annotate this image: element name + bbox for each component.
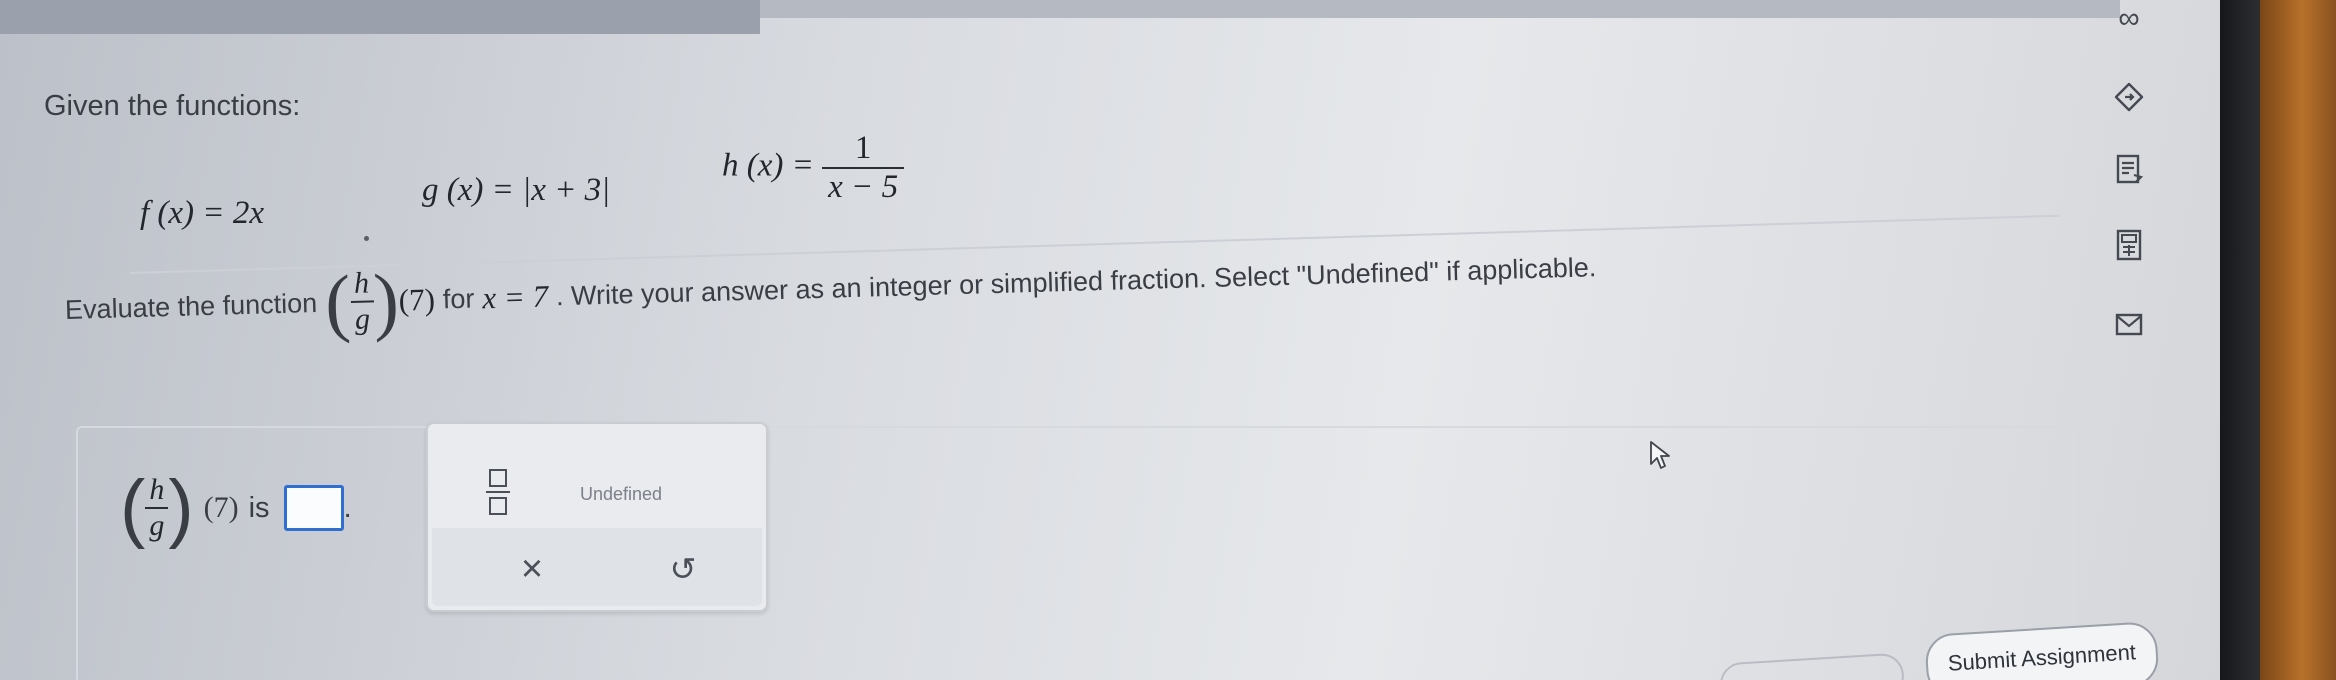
left-paren: ( xyxy=(323,260,352,345)
answer-area xyxy=(76,426,2080,680)
right-paren: ) xyxy=(372,258,400,344)
answer-right-paren: ) xyxy=(168,465,194,550)
function-g: g (x) = |x + 3| xyxy=(422,172,610,209)
function-g-rhs: |x + 3| xyxy=(522,172,611,208)
hint-diamond-icon[interactable] xyxy=(2110,78,2148,116)
answer-left-paren: ( xyxy=(120,465,146,550)
prompt-before: Evaluate the function xyxy=(64,287,318,325)
function-h-fraction: 1 x − 5 xyxy=(822,130,905,206)
answer-frac-den: g xyxy=(145,507,169,543)
question-heading: Given the functions: xyxy=(44,90,301,122)
function-g-lhs: g (x) = xyxy=(422,172,514,208)
question-prompt: Evaluate the function ( h g ) (7) for x … xyxy=(64,229,1597,348)
undefined-button[interactable]: Undefined xyxy=(546,474,696,514)
math-palette: Undefined × ↺ xyxy=(426,422,768,612)
mouse-pointer-icon xyxy=(1650,441,1670,469)
function-h-lhs: h (x) = xyxy=(722,147,814,184)
function-f: f (x) = 2x xyxy=(140,195,264,232)
prompt-after: . Write your answer as an integer or sim… xyxy=(555,251,1597,311)
fraction-numerator-box-icon xyxy=(489,469,507,487)
screen: Given the functions: f (x) = 2x g (x) = … xyxy=(0,0,2220,680)
infinity-icon[interactable]: ∞ xyxy=(2110,0,2148,38)
top-bar-light xyxy=(760,0,2120,18)
answer-expression: ( h g ) (7) is . xyxy=(120,470,352,546)
calculator-icon[interactable] xyxy=(2110,226,2148,264)
prompt-frac-num: h xyxy=(353,266,370,300)
answer-is-label: is xyxy=(248,491,270,524)
prompt-for: for xyxy=(442,283,475,314)
function-f-lhs: f (x) = xyxy=(140,195,225,231)
answer-end-period: . xyxy=(343,491,352,524)
prompt-condition: x = 7 xyxy=(481,278,549,316)
function-h-denominator: x − 5 xyxy=(822,167,905,206)
top-bar xyxy=(0,0,760,34)
answer-fraction: h g xyxy=(145,473,169,543)
function-h: h (x) = 1 x − 5 xyxy=(722,130,905,206)
answer-arg: (7) xyxy=(203,491,239,524)
monitor-bezel xyxy=(2220,0,2260,680)
answer-frac-num: h xyxy=(149,473,165,506)
function-f-rhs: 2x xyxy=(232,195,264,231)
textbook-icon[interactable] xyxy=(2110,150,2148,188)
answer-input[interactable] xyxy=(283,485,344,531)
prompt-fraction: h g xyxy=(349,266,375,337)
prompt-expression: ( h g ) (7) xyxy=(323,258,436,345)
function-h-numerator: 1 xyxy=(854,130,872,166)
fraction-template-button[interactable] xyxy=(468,464,528,520)
fraction-bar-icon xyxy=(486,491,510,493)
fraction-denominator-box-icon xyxy=(489,497,507,515)
dust-dot xyxy=(364,236,369,241)
clear-button[interactable]: × xyxy=(502,544,562,594)
background-desk xyxy=(2260,0,2336,680)
side-toolbar: ∞ xyxy=(2110,0,2160,400)
prompt-arg: (7) xyxy=(398,281,436,318)
undo-button[interactable]: ↺ xyxy=(658,544,708,594)
palette-tools: × ↺ xyxy=(432,528,762,606)
prompt-frac-den: g xyxy=(350,300,375,337)
message-icon[interactable] xyxy=(2110,306,2148,344)
